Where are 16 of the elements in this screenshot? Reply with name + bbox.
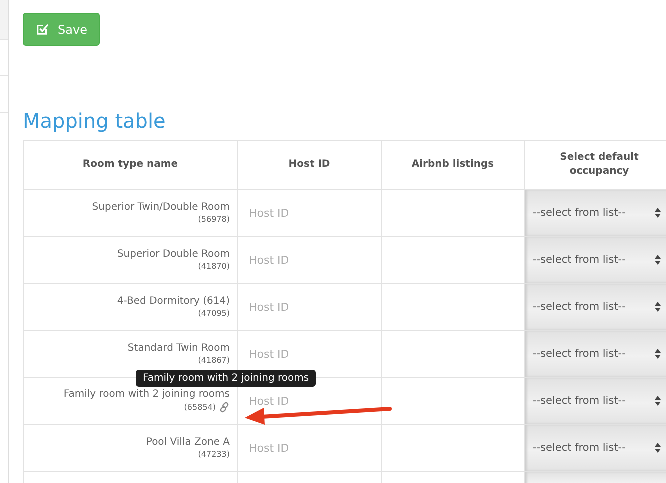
room-type-name: Superior Double Room	[116, 249, 230, 260]
section-heading: Mapping table	[23, 109, 167, 133]
tooltip: Family room with 2 joining rooms	[136, 370, 316, 387]
room-type-code: (47095)	[198, 309, 230, 318]
room-type-code: (47233)	[198, 450, 230, 459]
room-type-code: (65854)	[184, 403, 216, 412]
room-type-name: 4-Bed Dormitory (614)	[116, 296, 230, 307]
room-type-code: (41870)	[198, 262, 230, 271]
column-header: Airbnb listings	[382, 140, 524, 190]
room-type-name: Family room with 2 joining rooms	[62, 389, 230, 400]
room-type-code: (56978)	[198, 215, 230, 224]
room-type-name: Standard Twin Room	[126, 343, 230, 354]
room-type-code: (41867)	[198, 356, 230, 365]
room-type-name: Pool Villa Zone A	[145, 437, 230, 448]
column-header: Room type name	[24, 140, 238, 190]
room-type-name: Superior Twin/Double Room	[91, 202, 230, 213]
